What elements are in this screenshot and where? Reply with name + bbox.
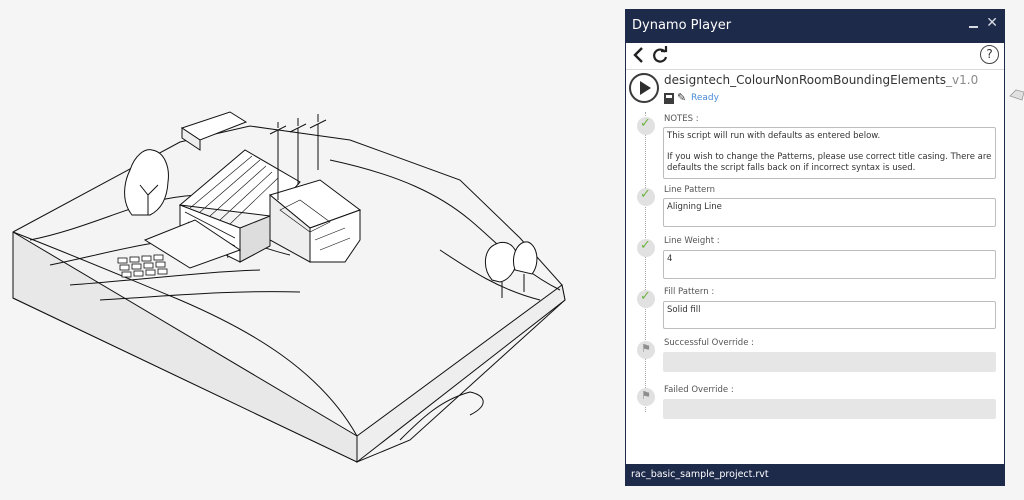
- minimize-button[interactable]: [968, 15, 980, 33]
- edit-pencil-icon[interactable]: ✎: [677, 91, 686, 104]
- back-arrow-icon[interactable]: [629, 45, 649, 65]
- line-pattern-input[interactable]: Aligning Line: [663, 198, 996, 227]
- flag-icon: [637, 388, 655, 406]
- document-status-bar: rac_basic_sample_project.rvt: [626, 464, 1004, 485]
- check-icon: [637, 238, 655, 257]
- close-button[interactable]: ✕: [986, 15, 998, 31]
- notes-line: This script will run with defaults as en…: [667, 131, 881, 141]
- step-label: Failed Override :: [664, 385, 734, 395]
- status-text: Ready: [691, 93, 719, 103]
- fill-pattern-input[interactable]: Solid fill: [663, 301, 996, 329]
- check-icon: [637, 187, 655, 206]
- step-label: Successful Override :: [664, 338, 755, 348]
- step-label: Line Pattern: [664, 185, 715, 195]
- title-bar[interactable]: Dynamo Player ✕: [626, 10, 1004, 43]
- script-title: designtech_ColourNonRoomBoundingElements…: [664, 73, 978, 87]
- notes-line: If you wish to change the Patterns, plea…: [667, 152, 992, 173]
- flag-icon: [637, 341, 655, 359]
- step-label: Line Weight :: [664, 236, 720, 246]
- step-timeline: [645, 112, 646, 412]
- view-cube-icon[interactable]: [1008, 78, 1024, 108]
- save-icon[interactable]: [664, 93, 674, 104]
- help-button[interactable]: ?: [980, 45, 999, 64]
- document-filename: rac_basic_sample_project.rvt: [631, 469, 769, 480]
- failed-override-output: [663, 399, 996, 419]
- step-label: Fill Pattern :: [664, 287, 715, 297]
- window-title: Dynamo Player: [632, 18, 732, 33]
- script-name: designtech_ColourNonRoomBoundingElements: [664, 73, 947, 87]
- refresh-icon[interactable]: [650, 45, 670, 65]
- script-version: _v1.0: [946, 73, 979, 87]
- toolbar: ?: [626, 43, 1004, 70]
- dynamo-player-window: Dynamo Player ✕ ? designtech_ColourNonRo…: [625, 9, 1005, 486]
- successful-override-output: [663, 352, 996, 372]
- script-header: designtech_ColourNonRoomBoundingElements…: [626, 71, 1004, 111]
- check-icon: [637, 116, 655, 135]
- run-script-button[interactable]: [629, 73, 659, 103]
- notes-field: This script will run with defaults as en…: [663, 127, 996, 179]
- site-model: [12, 111, 566, 464]
- line-weight-input[interactable]: 4: [663, 250, 996, 279]
- check-icon: [637, 289, 655, 308]
- step-label: NOTES :: [664, 114, 699, 124]
